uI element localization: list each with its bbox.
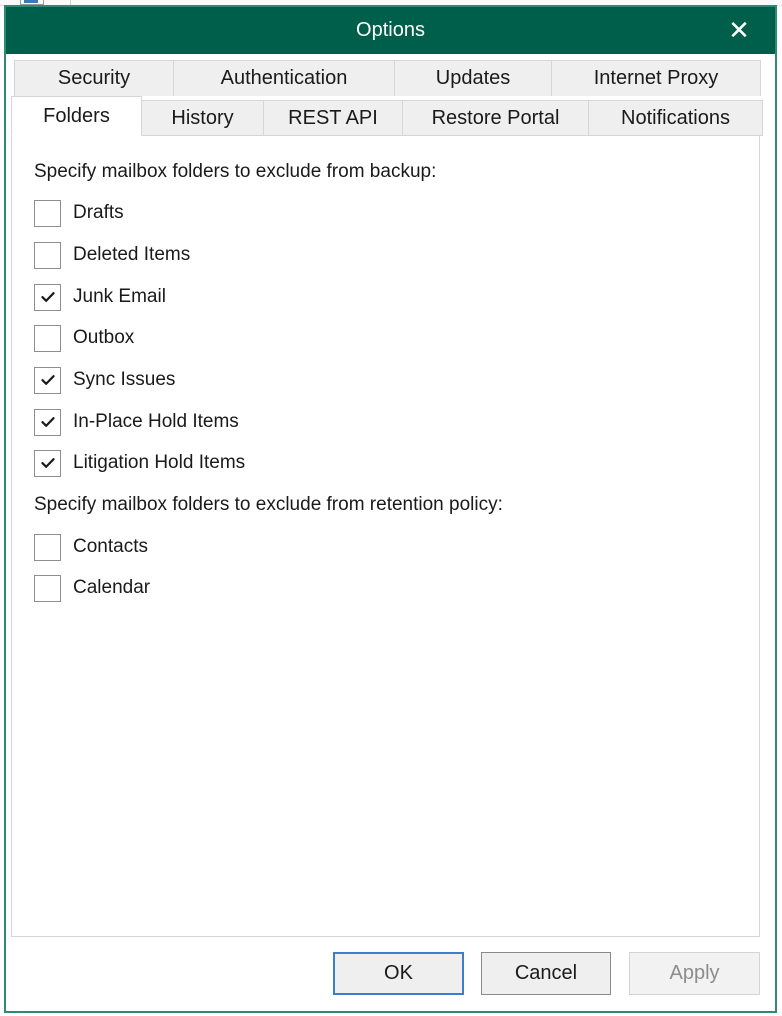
checkbox-box[interactable] (34, 241, 61, 269)
checkbox-sync-issues[interactable]: Sync Issues (34, 366, 175, 394)
checkbox-box[interactable] (34, 408, 61, 436)
dialog-title: Options (356, 19, 425, 41)
checkbox-calendar[interactable]: Calendar (34, 574, 150, 602)
checkbox-label: Drafts (73, 202, 124, 223)
checkbox-label: In-Place Hold Items (73, 411, 239, 432)
title-bar: Options ✕ (6, 7, 775, 54)
checkbox-in-place-hold-items[interactable]: In-Place Hold Items (34, 408, 239, 436)
tab-security[interactable]: Security (14, 60, 174, 96)
tab-updates[interactable]: Updates (395, 60, 552, 96)
checkbox-label: Outbox (73, 327, 135, 348)
checkbox-box[interactable] (34, 283, 61, 311)
tab-authentication[interactable]: Authentication (174, 60, 395, 96)
checkbox-outbox[interactable]: Outbox (34, 324, 134, 352)
checkbox-box[interactable] (34, 199, 61, 227)
checkbox-label: Deleted Items (73, 244, 191, 265)
tab-restore-portal[interactable]: Restore Portal (403, 100, 589, 136)
checkbox-box[interactable] (34, 574, 61, 602)
checkbox-box[interactable] (34, 366, 61, 394)
checkmark-icon (41, 374, 55, 385)
checkbox-junk-email[interactable]: Junk Email (34, 283, 166, 311)
tab-rest-api[interactable]: REST API (264, 100, 403, 136)
checkbox-box[interactable] (34, 324, 61, 352)
checkbox-label: Calendar (73, 577, 151, 598)
ok-button[interactable]: OK (333, 952, 464, 995)
checkbox-label: Contacts (73, 536, 148, 557)
close-icon: ✕ (728, 15, 750, 45)
checkbox-litigation-hold-items[interactable]: Litigation Hold Items (34, 449, 245, 477)
cancel-button[interactable]: Cancel (481, 952, 611, 995)
checkbox-deleted-items[interactable]: Deleted Items (34, 241, 190, 269)
tab-row-back: Security Authentication Updates Internet… (14, 60, 761, 96)
tab-folders[interactable]: Folders (11, 96, 142, 136)
tab-history[interactable]: History (142, 100, 264, 136)
checkbox-label: Junk Email (73, 286, 166, 307)
checkbox-contacts[interactable]: Contacts (34, 533, 148, 561)
checkmark-icon (41, 291, 55, 302)
checkbox-drafts[interactable]: Drafts (34, 199, 124, 227)
apply-button[interactable]: Apply (629, 952, 760, 995)
checkmark-icon (41, 457, 55, 468)
tab-internet-proxy[interactable]: Internet Proxy (552, 60, 761, 96)
folders-panel: Specify mailbox folders to exclude from … (11, 135, 760, 937)
checkbox-label: Sync Issues (73, 369, 176, 390)
close-button[interactable]: ✕ (725, 15, 753, 45)
checkbox-box[interactable] (34, 449, 61, 477)
checkbox-box[interactable] (34, 533, 61, 561)
tab-row-front: Folders History REST API Restore Portal … (11, 96, 763, 136)
backup-section-label: Specify mailbox folders to exclude from … (34, 161, 437, 182)
tab-notifications[interactable]: Notifications (589, 100, 763, 136)
checkmark-icon (41, 416, 55, 427)
retention-section-label: Specify mailbox folders to exclude from … (34, 494, 503, 515)
checkbox-label: Litigation Hold Items (73, 452, 246, 473)
